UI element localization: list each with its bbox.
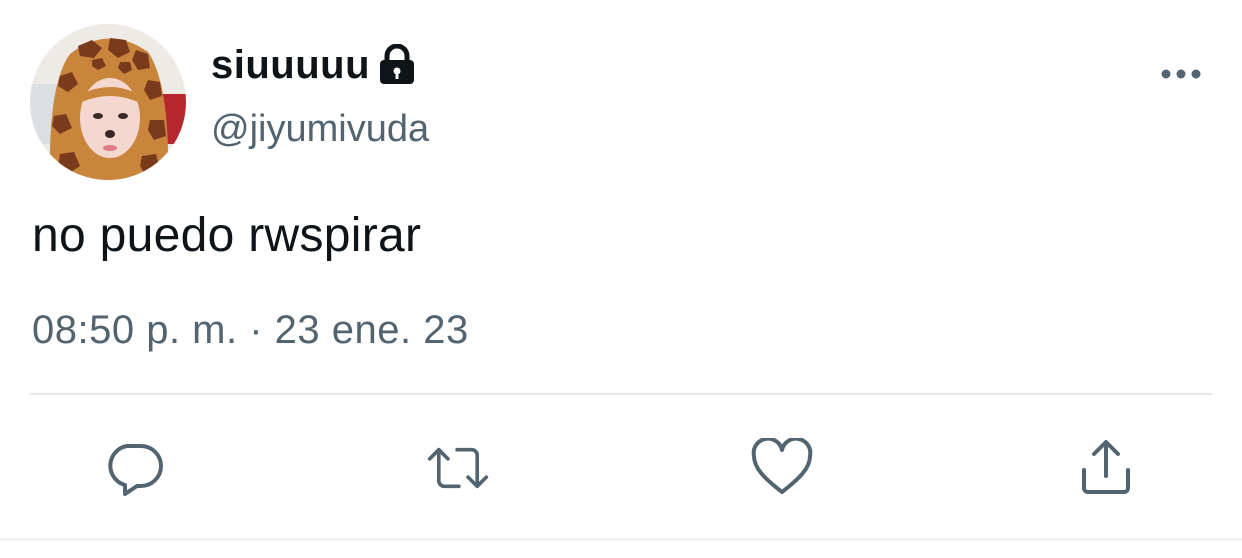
tweet-timestamp[interactable]: 08:50 p. m. · 23 ene. 23	[32, 308, 469, 353]
like-button[interactable]	[750, 436, 814, 500]
more-options-button[interactable]	[1152, 56, 1210, 92]
display-name[interactable]: siuuuuu	[211, 43, 370, 88]
author-handle[interactable]: @jiyumivuda	[211, 108, 429, 151]
share-icon	[1082, 440, 1130, 494]
retweet-icon	[427, 447, 489, 489]
avatar[interactable]	[30, 24, 186, 180]
avatar-image	[30, 24, 186, 180]
heart-icon	[751, 438, 813, 494]
lock-icon	[378, 43, 416, 86]
author-name-row: siuuuuu	[211, 40, 416, 90]
tweet-text: no puedo rwspirar	[32, 209, 422, 262]
bottom-divider	[0, 538, 1242, 541]
more-icon	[1161, 69, 1201, 79]
reply-button[interactable]	[103, 436, 167, 500]
reply-icon	[108, 444, 163, 496]
share-button[interactable]	[1074, 436, 1138, 500]
divider	[30, 393, 1212, 395]
tweet-card: siuuuuu @jiyumivuda no puedo rwspirar 08…	[0, 0, 1242, 558]
retweet-button[interactable]	[426, 436, 490, 500]
